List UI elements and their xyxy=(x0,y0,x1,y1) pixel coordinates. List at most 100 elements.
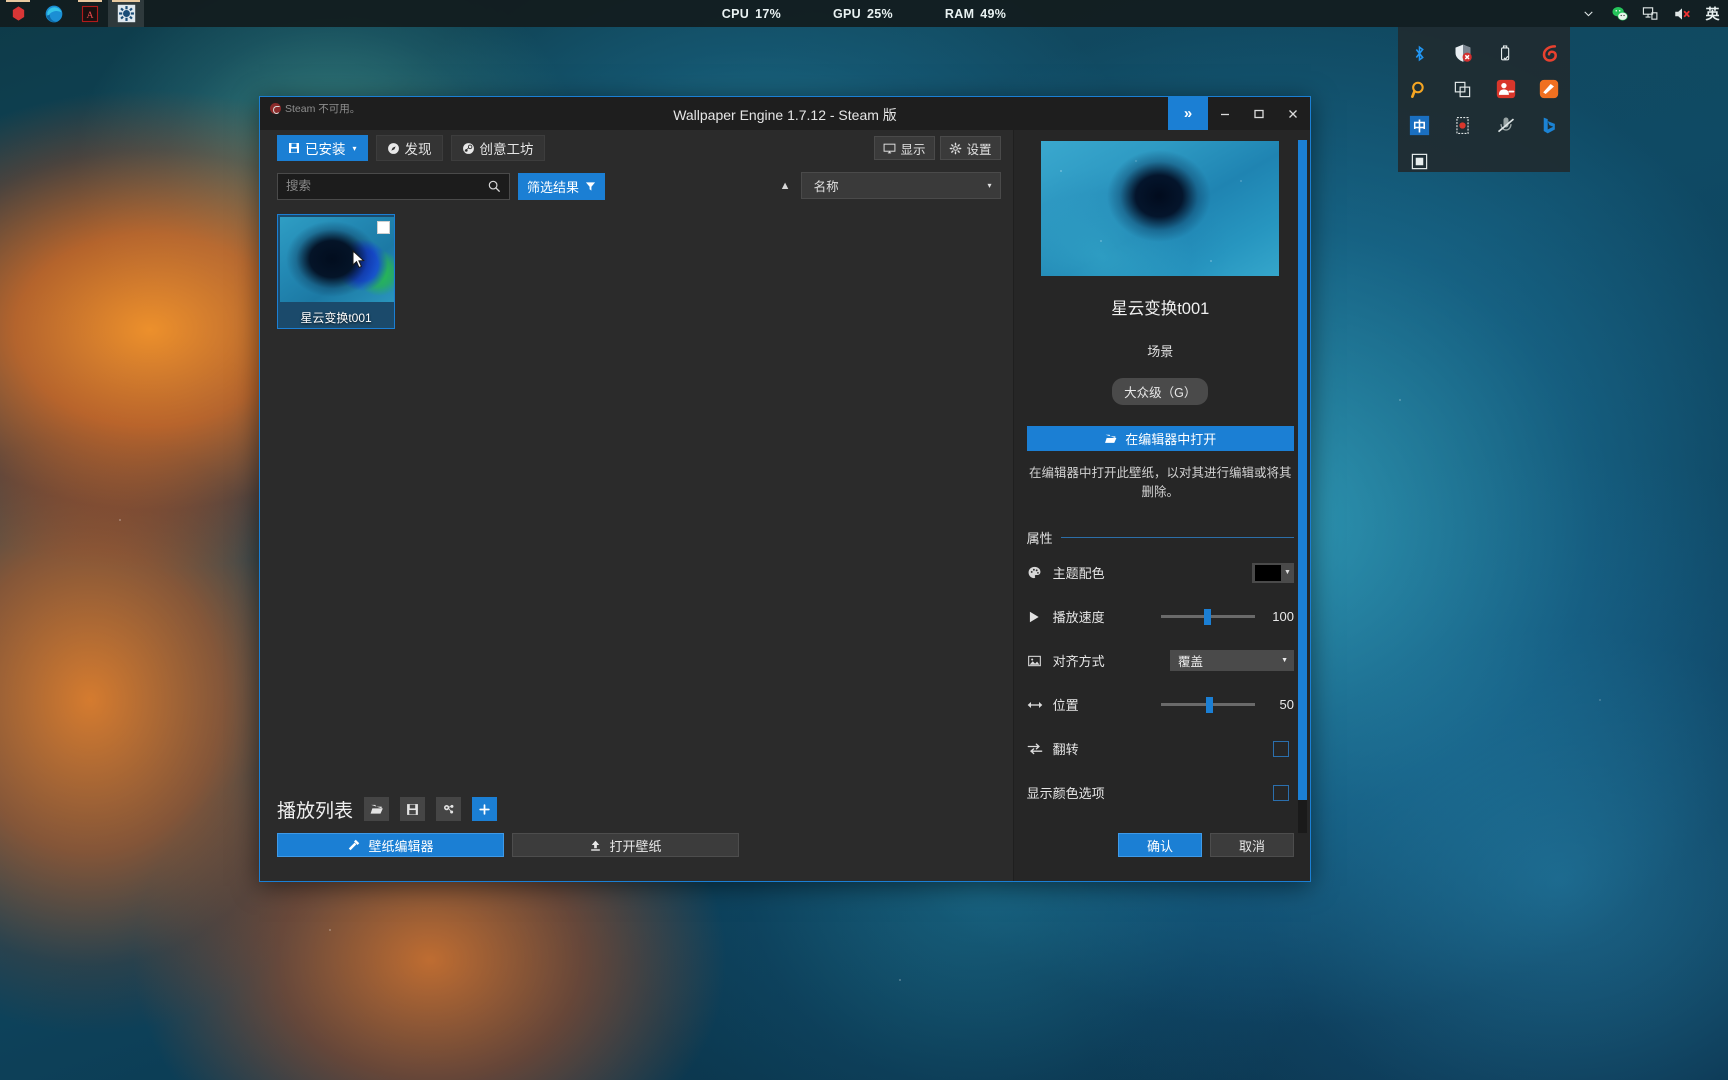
maximize-button[interactable] xyxy=(1242,97,1276,130)
slider-knob[interactable] xyxy=(1204,608,1211,625)
property-alignment-control: 覆盖 ▼ xyxy=(1145,650,1294,671)
tab-bar: 已安装 ▾ 发现 创意工坊 显示 设置 xyxy=(260,130,1013,166)
wallpaper-card[interactable]: 星云变换t001 xyxy=(277,214,395,329)
upload-icon xyxy=(591,840,601,851)
library-pane: 已安装 ▾ 发现 创意工坊 显示 设置 搜索 筛选结果 ▲ 名称 ▾ 星云变换t… xyxy=(260,130,1013,881)
property-playback-speed-label: 播放速度 xyxy=(1052,610,1105,625)
wallpaper-preview-image xyxy=(1041,141,1280,276)
arrows-lr-icon xyxy=(1027,699,1053,711)
wechat-icon[interactable] xyxy=(1610,4,1629,23)
color-picker[interactable]: ▼ xyxy=(1252,562,1294,583)
gear-icon xyxy=(949,142,961,154)
property-position-label: 位置 xyxy=(1052,698,1079,713)
taskbar-app-wallpaper-engine[interactable] xyxy=(108,0,144,27)
details-scrollbar-track[interactable] xyxy=(1298,140,1307,833)
bluetooth-icon[interactable] xyxy=(1409,42,1431,64)
clipboard-icon[interactable] xyxy=(1452,78,1474,100)
flip-checkbox[interactable] xyxy=(1273,740,1289,757)
tab-workshop[interactable]: 创意工坊 xyxy=(450,135,545,161)
property-position-control: 50 xyxy=(1145,696,1294,713)
sort-select[interactable]: 名称 ▾ xyxy=(800,172,1001,199)
open-folder-button[interactable] xyxy=(364,797,390,821)
alignment-select[interactable]: 覆盖 ▼ xyxy=(1170,650,1294,671)
slider-knob[interactable] xyxy=(1206,696,1213,713)
display-button[interactable]: 显示 xyxy=(873,136,935,160)
playlist-settings-button[interactable] xyxy=(436,797,462,821)
show-color-options-checkbox[interactable] xyxy=(1273,784,1289,801)
perf-ram-label: RAM xyxy=(944,6,975,21)
save-playlist-button[interactable] xyxy=(400,797,426,821)
folder-icon xyxy=(1105,434,1117,443)
folder-open-icon xyxy=(370,804,383,814)
playback-speed-slider[interactable] xyxy=(1161,608,1255,625)
taskbar: A CPU 17% GPU 25% RAM 49% 英 xyxy=(0,0,1728,27)
open-wallpaper-button[interactable]: 打开壁纸 xyxy=(512,833,739,857)
wallpaper-thumbnail xyxy=(280,217,394,302)
tab-workshop-label: 创意工坊 xyxy=(479,142,534,157)
everything-search-icon[interactable] xyxy=(1409,78,1431,100)
expand-button[interactable]: » xyxy=(1168,97,1208,130)
position-slider[interactable] xyxy=(1161,696,1255,713)
perf-gpu-value: 25% xyxy=(867,6,893,21)
wallpaper-engine-icon xyxy=(117,4,135,23)
property-show-color-options-label: 显示颜色选项 xyxy=(1026,786,1105,801)
window-body: 已安装 ▾ 发现 创意工坊 显示 设置 搜索 筛选结果 ▲ 名称 ▾ 星云变换t… xyxy=(260,130,1310,881)
taskbar-app-acrobat[interactable]: A xyxy=(72,0,108,27)
filter-button[interactable]: 筛选结果 xyxy=(518,172,606,200)
close-button[interactable] xyxy=(1276,97,1310,130)
perf-cpu-value: 17% xyxy=(755,6,781,21)
ime-english-label: 英 xyxy=(1705,5,1720,22)
minimize-button[interactable] xyxy=(1208,97,1242,130)
details-title: 星云变换t001 xyxy=(1111,300,1210,318)
filter-button-label: 筛选结果 xyxy=(527,179,580,195)
settings-button[interactable]: 设置 xyxy=(939,136,1001,160)
tab-discover[interactable]: 发现 xyxy=(375,135,443,161)
swap-icon xyxy=(1027,742,1053,755)
perf-cpu-label: CPU xyxy=(721,6,750,21)
search-input[interactable] xyxy=(286,179,487,193)
ime-chinese-label: 中 xyxy=(1412,118,1426,134)
position-value: 50 xyxy=(1279,697,1294,712)
chevron-up-icon[interactable] xyxy=(1579,4,1598,23)
ime-english-icon[interactable]: 英 xyxy=(1703,4,1722,23)
properties-divider xyxy=(1060,536,1294,538)
sort-direction-icon[interactable]: ▲ xyxy=(780,180,791,192)
taskbar-app-edge[interactable] xyxy=(36,0,72,27)
wallpaper-editor-button[interactable]: 壁纸编辑器 xyxy=(277,833,504,857)
usb-eject-icon[interactable] xyxy=(1495,42,1517,64)
svg-text:A: A xyxy=(86,9,93,20)
ime-chinese-icon[interactable]: 中 xyxy=(1409,114,1431,136)
window-title: Wallpaper Engine 1.7.12 - Steam 版 xyxy=(673,107,897,123)
open-in-editor-button[interactable]: 在编辑器中打开 xyxy=(1026,426,1294,451)
add-playlist-button[interactable] xyxy=(472,797,498,821)
cancel-button[interactable]: 取消 xyxy=(1210,833,1294,857)
search-icon xyxy=(488,180,500,192)
window-controls: » xyxy=(1168,97,1310,130)
windows-defender-icon[interactable] xyxy=(1452,42,1474,64)
orange-app-icon[interactable] xyxy=(1538,78,1560,100)
property-theme-color-control: ▼ xyxy=(1145,562,1294,583)
network-icon[interactable] xyxy=(1641,4,1660,23)
volume-muted-icon[interactable] xyxy=(1672,4,1691,23)
screen-recorder-icon[interactable] xyxy=(1452,114,1474,136)
bing-icon[interactable] xyxy=(1538,114,1560,136)
tab-installed[interactable]: 已安装 ▾ xyxy=(277,135,368,161)
wallpaper-select-checkbox[interactable] xyxy=(377,221,390,234)
search-box[interactable] xyxy=(277,172,510,200)
properties-header: 属性 xyxy=(1027,528,1294,547)
360-security-icon[interactable] xyxy=(1538,42,1560,64)
properties-header-label: 属性 xyxy=(1026,530,1053,546)
display-button-label: 显示 xyxy=(900,142,926,157)
qq-group-icon[interactable] xyxy=(1495,78,1517,100)
system-tray: 英 xyxy=(1579,0,1722,27)
wallpaper-engine-window: Steam 不可用。 Wallpaper Engine 1.7.12 - Ste… xyxy=(259,96,1311,882)
playlist-bar: 播放列表 xyxy=(260,785,1013,833)
save-icon xyxy=(289,143,299,153)
wallpaper-editor-label: 壁纸编辑器 xyxy=(368,838,434,854)
confirm-button[interactable]: 确认 xyxy=(1118,833,1202,857)
details-scrollbar-thumb[interactable] xyxy=(1298,140,1307,800)
microphone-muted-icon[interactable] xyxy=(1495,114,1517,136)
snip-tool-icon[interactable] xyxy=(1409,150,1431,172)
taskbar-app-unity[interactable] xyxy=(0,0,36,27)
perf-gpu: GPU 25% xyxy=(833,7,893,21)
